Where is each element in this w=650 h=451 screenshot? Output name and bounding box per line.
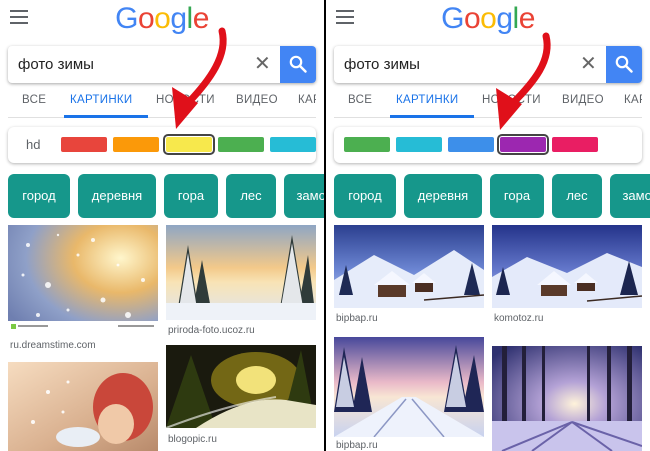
image-result[interactable] [334, 337, 484, 437]
search-button[interactable] [606, 46, 642, 83]
search-icon [289, 55, 307, 73]
logo-letter: G [115, 2, 138, 35]
color-swatch-purple[interactable] [497, 134, 549, 155]
color-swatch-pink[interactable] [552, 137, 598, 152]
image-result[interactable] [166, 225, 316, 320]
image-result[interactable] [8, 362, 158, 451]
image-result[interactable] [8, 225, 158, 335]
active-tab-indicator [64, 115, 148, 118]
tab-all[interactable]: ВСЕ [22, 94, 46, 106]
related-chips: город деревня гора лес замок [334, 174, 650, 218]
red-arrow-annotation [172, 27, 227, 129]
image-caption[interactable]: bipbap.ru [336, 313, 378, 324]
color-swatch-teal[interactable] [396, 137, 442, 152]
close-icon[interactable]: ✕ [254, 54, 271, 74]
image-result[interactable] [334, 225, 484, 308]
image-result[interactable] [492, 225, 642, 308]
tab-all[interactable]: ВСЕ [348, 94, 372, 106]
image-caption[interactable]: ru.dreamstime.com [10, 340, 96, 351]
logo-letter: G [441, 2, 464, 35]
color-swatch-teal[interactable] [270, 137, 316, 152]
color-swatch-yellow[interactable] [163, 134, 215, 155]
chip-forest[interactable]: лес [552, 174, 602, 218]
color-swatch-blue[interactable] [448, 137, 494, 152]
chip-village[interactable]: деревня [78, 174, 156, 218]
image-caption[interactable]: komotoz.ru [494, 313, 543, 324]
color-swatch-orange[interactable] [113, 137, 159, 152]
chip-mountain[interactable]: гора [490, 174, 544, 218]
search-icon [615, 55, 633, 73]
tab-video[interactable]: ВИДЕО [562, 94, 604, 106]
chip-village[interactable]: деревня [404, 174, 482, 218]
image-result[interactable] [166, 345, 316, 428]
search-input[interactable]: фото зимы [18, 56, 94, 73]
close-icon[interactable]: ✕ [580, 54, 597, 74]
color-swatch-green[interactable] [218, 137, 264, 152]
color-swatch-red[interactable] [61, 137, 107, 152]
active-tab-indicator [390, 115, 474, 118]
tab-images[interactable]: КАРТИНКИ [70, 94, 132, 106]
search-input[interactable]: фото зимы [344, 56, 420, 73]
color-swatch-green[interactable] [344, 137, 390, 152]
tab-maps[interactable]: КАРТЫ [298, 94, 316, 106]
chip-castle[interactable]: замок [284, 174, 324, 218]
right-screenshot-panel: Google фото зимы ✕ ВСЕ КАРТИНКИ НОВОСТИ … [326, 0, 650, 451]
chip-forest[interactable]: лес [226, 174, 276, 218]
chip-city[interactable]: город [334, 174, 396, 218]
image-result[interactable] [492, 346, 642, 451]
image-caption[interactable]: bipbap.ru [336, 440, 378, 451]
image-caption[interactable]: blogopic.ru [168, 434, 217, 445]
tab-maps[interactable]: КАРТЫ [624, 94, 642, 106]
red-arrow-annotation [496, 32, 551, 130]
image-caption[interactable]: priroda-foto.ucoz.ru [168, 325, 255, 336]
chip-mountain[interactable]: гора [164, 174, 218, 218]
left-screenshot-panel: Google фото зимы ✕ ВСЕ КАРТИНКИ НОВОСТИ … [0, 0, 324, 451]
chip-city[interactable]: город [8, 174, 70, 218]
search-button[interactable] [280, 46, 316, 83]
tab-video[interactable]: ВИДЕО [236, 94, 278, 106]
related-chips: город деревня гора лес замок [8, 174, 324, 218]
chip-castle[interactable]: замок [610, 174, 650, 218]
tab-images[interactable]: КАРТИНКИ [396, 94, 458, 106]
hd-filter[interactable]: hd [26, 137, 40, 152]
